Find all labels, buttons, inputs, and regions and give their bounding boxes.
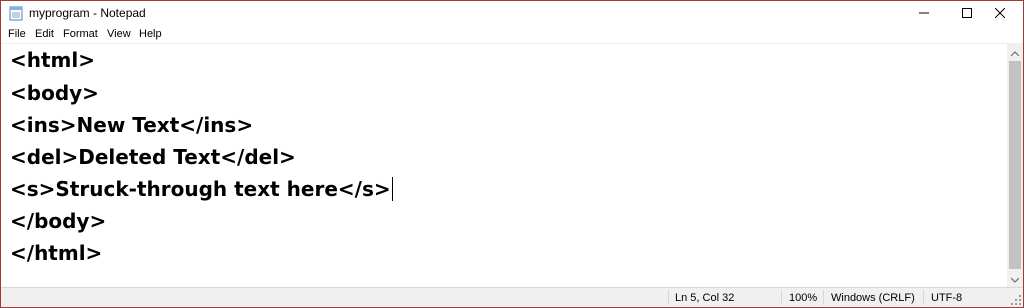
status-divider [781, 290, 782, 305]
vertical-scrollbar[interactable] [1007, 44, 1023, 287]
scroll-down-button[interactable] [1007, 271, 1023, 287]
menu-edit[interactable]: Edit [35, 28, 54, 40]
window-title: myprogram - Notepad [29, 6, 146, 20]
title-bar[interactable]: myprogram - Notepad [1, 1, 1023, 26]
status-divider [823, 290, 824, 305]
status-bar: Ln 5, Col 32 100% Windows (CRLF) UTF-8 [1, 287, 1023, 307]
menu-format[interactable]: Format [63, 28, 98, 40]
line-ending: Windows (CRLF) [831, 292, 915, 304]
menu-file[interactable]: File [8, 28, 26, 40]
code-line: <html> [10, 48, 96, 72]
resize-grip-icon[interactable] [1010, 293, 1022, 305]
scroll-up-button[interactable] [1007, 44, 1023, 60]
encoding: UTF-8 [931, 292, 963, 304]
notepad-window: myprogram - Notepad File Edit Format Vie… [0, 0, 1024, 308]
status-divider [923, 290, 924, 305]
code-line: <del>Deleted Text</del> [10, 145, 296, 169]
minimize-button[interactable] [901, 1, 947, 26]
cursor-position: Ln 5, Col 32 [675, 292, 735, 304]
chevron-down-icon [1010, 270, 1020, 288]
text-editor[interactable]: <html> <body> <ins>New Text</ins> <del>D… [1, 44, 1007, 287]
menu-help[interactable]: Help [139, 28, 162, 40]
code-line: </html> [10, 241, 103, 265]
zoom-level: 100% [789, 292, 818, 304]
menu-bar: File Edit Format View Help [1, 26, 1023, 43]
text-caret [391, 177, 393, 201]
notepad-icon [9, 6, 23, 21]
code-line: <ins>New Text</ins> [10, 113, 254, 137]
code-line: <body> [10, 81, 99, 105]
close-icon [994, 5, 1006, 23]
minimize-icon [919, 5, 929, 23]
menu-view[interactable]: View [107, 28, 131, 40]
close-button[interactable] [977, 1, 1023, 26]
chevron-up-icon [1010, 43, 1020, 61]
scrollbar-thumb[interactable] [1009, 61, 1021, 269]
code-line-with-caret: <s>Struck-through text here</s> [10, 177, 393, 201]
maximize-icon [962, 5, 972, 23]
code-line: </body> [10, 209, 107, 233]
code-line-text: <s>Struck-through text here</s> [10, 177, 391, 201]
status-divider [668, 290, 669, 305]
